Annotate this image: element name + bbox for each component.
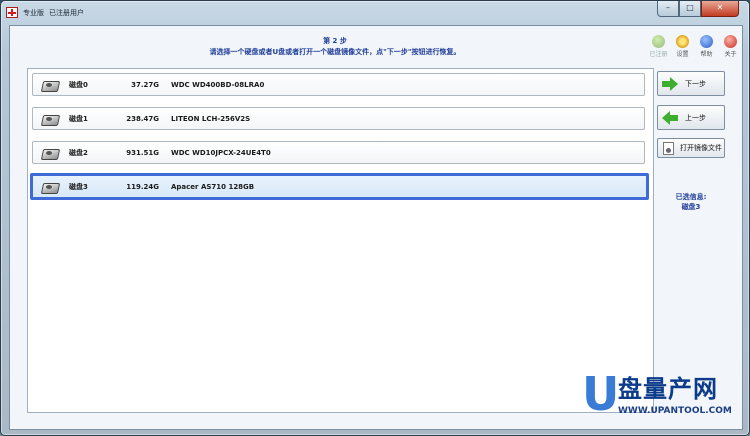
register-label: 已注册 [649,51,668,58]
disk-row-3[interactable]: 磁盘3 119.24G Apacer AS710 128GB [30,173,649,200]
step-title: 第 2 步 [323,37,347,45]
disk-model: WDC WD400BD-08LRA0 [171,80,265,89]
help-tool[interactable]: 帮助 [696,35,717,58]
about-label: 关于 [724,51,737,58]
minimize-button[interactable]: – [657,1,679,17]
hard-disk-icon [41,180,59,193]
disk-row-0[interactable]: 磁盘0 37.27G WDC WD400BD-08LRA0 [32,73,645,96]
selected-info: 已选信息: 磁盘3 [657,192,725,212]
help-icon [700,35,713,48]
hard-disk-icon [41,146,59,159]
disk-row-1[interactable]: 磁盘1 238.47G LITEON LCH-256V2S [32,107,645,130]
help-label: 帮助 [700,51,713,58]
disk-name: 磁盘3 [69,182,88,191]
disk-name: 磁盘2 [69,148,88,157]
disk-name: 磁盘0 [69,80,88,89]
title-bar[interactable]: 专业版 已注册用户 – □ ✕ [1,1,749,25]
next-button[interactable]: 下一步 [657,71,725,96]
close-button[interactable]: ✕ [701,1,739,17]
app-icon [6,7,18,18]
prev-button[interactable]: 上一步 [657,105,725,130]
hard-disk-icon [41,78,59,91]
disk-size: 119.24G [126,182,159,191]
settings-icon [676,35,689,48]
window-controls: – □ ✕ [657,1,739,18]
watermark-u-letter: U [582,367,620,421]
disk-size: 37.27G [131,80,159,89]
top-toolbar: 已注册 设置 帮助 关于 [648,35,741,58]
disk-list[interactable]: 磁盘0 37.27G WDC WD400BD-08LRA0 磁盘1 238.47… [27,68,654,413]
open-image-button[interactable]: 打开镜像文件 [657,138,725,158]
registered-label: 已注册用户 [49,9,84,17]
hard-disk-icon [41,112,59,125]
arrow-left-icon [662,110,678,125]
arrow-right-icon [662,76,678,91]
disk-size: 931.51G [126,148,159,157]
settings-tool[interactable]: 设置 [672,35,693,58]
step-description: 请选择一个硬盘或者U盘或者打开一个磁盘镜像文件，点"下一步"按钮进行恢复。 [209,48,461,56]
next-button-label: 下一步 [685,79,706,88]
about-icon [724,35,737,48]
register-tool: 已注册 [648,35,669,58]
about-tool[interactable]: 关于 [720,35,741,58]
selected-info-label: 已选信息: [675,193,707,201]
register-icon [652,35,665,48]
open-image-label: 打开镜像文件 [680,144,722,152]
disk-row-2[interactable]: 磁盘2 931.51G WDC WD10JPCX-24UE4T0 [32,141,645,164]
watermark-url: WWW.UPANTOOL.COM [618,406,732,416]
selected-info-value: 磁盘3 [681,203,701,211]
disk-model: LITEON LCH-256V2S [171,114,251,123]
watermark-title: 盘量产网 [618,375,718,403]
disk-image-file-icon [663,141,674,155]
disk-model: WDC WD10JPCX-24UE4T0 [171,148,271,157]
disk-name: 磁盘1 [69,114,88,123]
prev-button-label: 上一步 [685,113,706,122]
watermark-logo: U 盘量产网 WWW.UPANTOOL.COM [580,366,750,436]
settings-label: 设置 [676,51,689,58]
disk-size: 238.47G [126,114,159,123]
edition-label: 专业版 [23,9,44,17]
disk-model: Apacer AS710 128GB [171,182,255,191]
maximize-button[interactable]: □ [679,1,701,17]
